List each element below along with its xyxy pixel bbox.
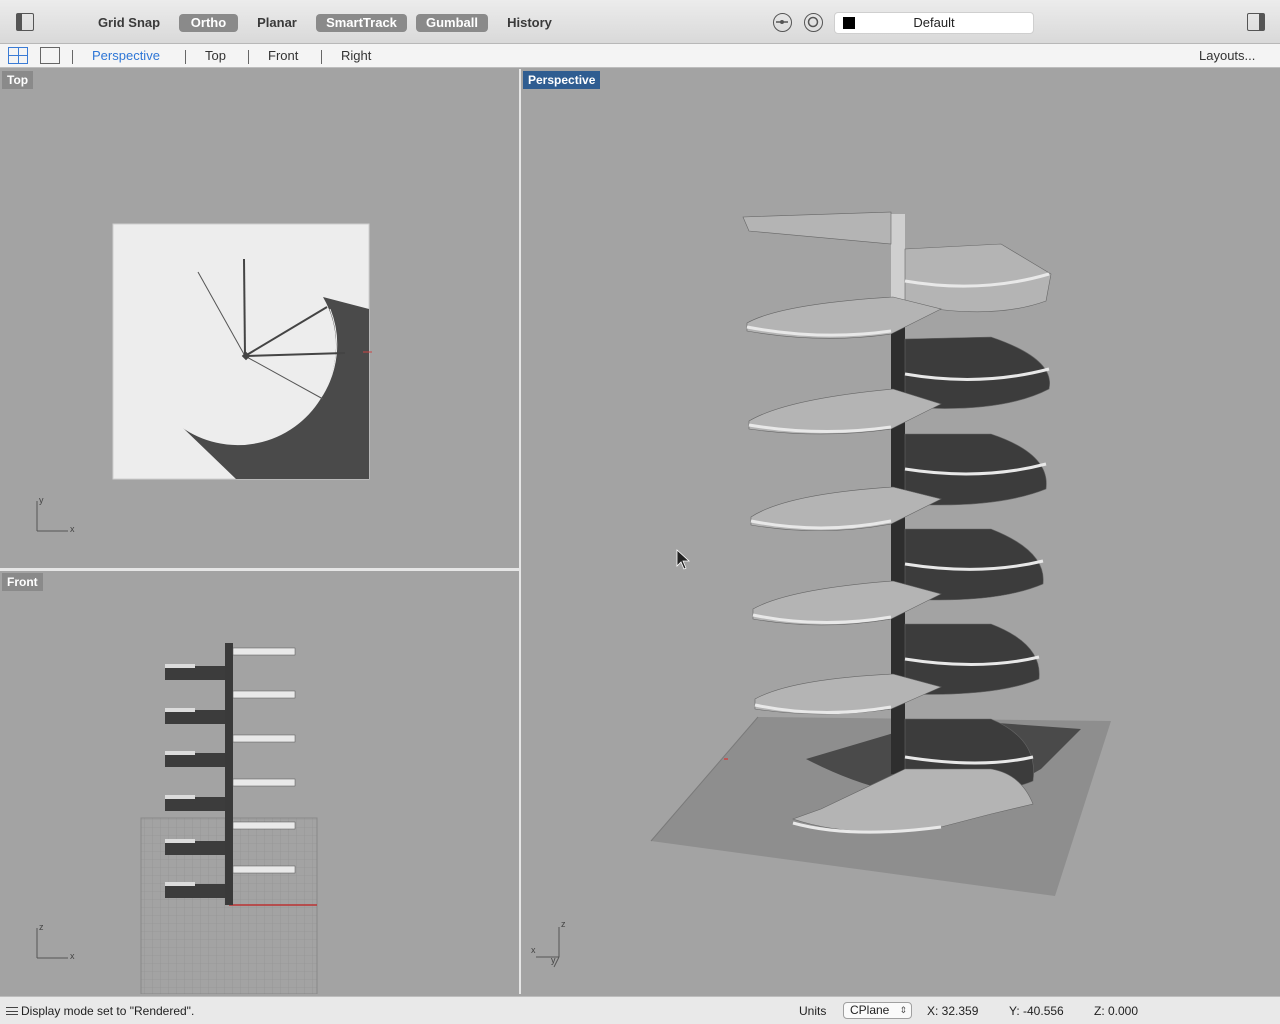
- y-coordinate: Y: -40.556: [1009, 1004, 1064, 1018]
- perspective-axis-y-label: y: [551, 955, 556, 965]
- perspective-axis-z-label: z: [561, 919, 566, 929]
- tab-separator: [321, 50, 322, 64]
- viewport-top[interactable]: Top y x: [0, 69, 519, 568]
- left-sidebar-toggle-icon[interactable]: [16, 13, 34, 31]
- rhino-window: Grid Snap Ortho Planar SmartTrack Gumbal…: [0, 0, 1280, 1024]
- tab-perspective[interactable]: Perspective: [92, 48, 160, 63]
- grid-snap-button[interactable]: Grid Snap: [96, 14, 162, 32]
- planar-button[interactable]: Planar: [253, 14, 301, 32]
- record-history-icon[interactable]: [804, 13, 823, 32]
- perspective-axis-x-label: x: [531, 945, 536, 955]
- tab-right[interactable]: Right: [341, 48, 371, 63]
- osnap-icon[interactable]: [773, 13, 792, 32]
- layer-color-swatch: [843, 17, 855, 29]
- front-axis-x-label: x: [70, 951, 75, 961]
- single-viewport-layout-icon[interactable]: [40, 47, 60, 64]
- gumball-button[interactable]: Gumball: [416, 14, 488, 32]
- top-toolbar: Grid Snap Ortho Planar SmartTrack Gumbal…: [0, 0, 1280, 44]
- perspective-view-drawing: [650, 211, 1111, 896]
- viewport-perspective[interactable]: Perspective z x y: [521, 69, 1280, 994]
- z-coordinate: Z: 0.000: [1094, 1004, 1139, 1018]
- tab-separator: [248, 50, 249, 64]
- select-arrows-icon: ⇕: [899, 1005, 907, 1015]
- layouts-menu[interactable]: Layouts...: [1199, 48, 1255, 63]
- tab-separator: [72, 50, 73, 64]
- x-coordinate: X: 32.359: [927, 1004, 979, 1018]
- tab-top[interactable]: Top: [205, 48, 226, 63]
- right-sidebar-toggle-icon[interactable]: [1247, 13, 1265, 31]
- ortho-button[interactable]: Ortho: [179, 14, 238, 32]
- front-axis-z-label: z: [39, 922, 44, 932]
- cplane-select-value: CPlane: [850, 1003, 890, 1017]
- layer-name: Default: [913, 15, 955, 30]
- tab-separator: [185, 50, 186, 64]
- cplane-select[interactable]: CPlane ⇕: [843, 1002, 912, 1019]
- viewport-tab-bar: Perspective Top Front Right Layouts...: [0, 44, 1280, 68]
- status-message: Display mode set to "Rendered".: [21, 1004, 195, 1018]
- status-bar: Display mode set to "Rendered". Units CP…: [0, 996, 1280, 1024]
- history-button[interactable]: History: [503, 14, 556, 32]
- layer-selector[interactable]: Default: [834, 12, 1034, 34]
- tab-front[interactable]: Front: [268, 48, 298, 63]
- top-axis-x-label: x: [70, 524, 75, 534]
- mouse-cursor-icon: [676, 549, 691, 570]
- smarttrack-button[interactable]: SmartTrack: [316, 14, 407, 32]
- top-axis-y-label: y: [39, 495, 44, 505]
- command-history-icon[interactable]: [6, 1007, 18, 1015]
- four-viewport-layout-icon[interactable]: [8, 47, 28, 64]
- viewport-front[interactable]: Front z x: [0, 571, 519, 994]
- units-button[interactable]: Units: [799, 1004, 826, 1018]
